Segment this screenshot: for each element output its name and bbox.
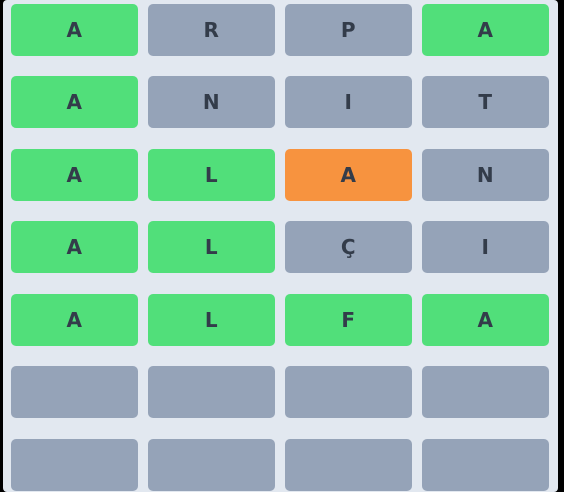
tile-r1-c4: A — [422, 4, 549, 56]
tile-r5-c4: A — [422, 294, 549, 346]
tile-r4-c4: I — [422, 221, 549, 273]
guess-row-5: A L F A — [11, 294, 549, 346]
game-board: A R P A A N I T A L A N A L Ç I A L F A — [3, 0, 558, 492]
tile-r6-c4 — [422, 366, 549, 418]
tile-r1-c2: R — [148, 4, 275, 56]
guess-row-2: A N I T — [11, 76, 549, 128]
tile-r7-c2 — [148, 439, 275, 491]
tile-r4-c2: L — [148, 221, 275, 273]
tile-r2-c1: A — [11, 76, 138, 128]
guess-row-7 — [11, 439, 549, 491]
tile-r6-c2 — [148, 366, 275, 418]
tile-r5-c1: A — [11, 294, 138, 346]
tile-r1-c3: P — [285, 4, 412, 56]
guess-row-6 — [11, 366, 549, 418]
tile-r5-c2: L — [148, 294, 275, 346]
tile-r2-c2: N — [148, 76, 275, 128]
guess-row-1: A R P A — [11, 4, 549, 56]
tile-r3-c4: N — [422, 149, 549, 201]
tile-r2-c3: I — [285, 76, 412, 128]
tile-r1-c1: A — [11, 4, 138, 56]
tile-r2-c4: T — [422, 76, 549, 128]
tile-r7-c1 — [11, 439, 138, 491]
tile-r5-c3: F — [285, 294, 412, 346]
tile-r4-c3: Ç — [285, 221, 412, 273]
guess-row-4: A L Ç I — [11, 221, 549, 273]
tile-r3-c3: A — [285, 149, 412, 201]
tile-r7-c3 — [285, 439, 412, 491]
tile-r4-c1: A — [11, 221, 138, 273]
tile-r3-c1: A — [11, 149, 138, 201]
tile-r6-c1 — [11, 366, 138, 418]
tile-r6-c3 — [285, 366, 412, 418]
tile-r3-c2: L — [148, 149, 275, 201]
guess-row-3: A L A N — [11, 149, 549, 201]
tile-r7-c4 — [422, 439, 549, 491]
